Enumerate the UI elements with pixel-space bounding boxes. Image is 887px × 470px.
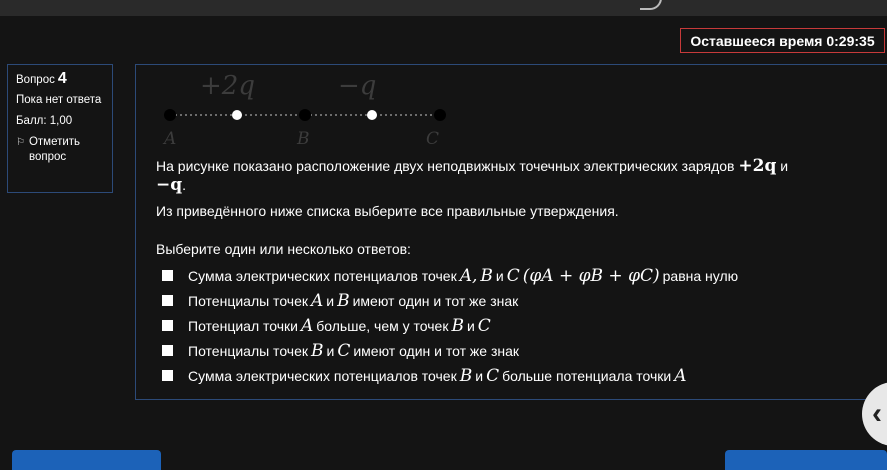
checkbox[interactable] [162,270,173,281]
flag-question-link[interactable]: ⚐ Отметить вопрос [16,135,104,165]
option-math: A [300,315,314,336]
point-b-label: B [297,129,310,149]
chevron-left-icon: ‹ [872,397,882,430]
option-math: A [311,290,324,311]
option-text: Сумма электрических потенциалов точек [188,267,457,284]
answer-options: Сумма электрических потенциалов точек A,… [162,263,738,388]
option-math: C [477,315,491,336]
next-page-button[interactable] [725,450,887,470]
timer-text: Оставшееся время 0:29:35 [690,32,875,49]
flag-label: Отметить вопрос [28,136,81,163]
question-number: 4 [57,70,67,87]
charge-pos-dot [232,110,242,120]
option-text: и [326,292,335,309]
option-math: C [486,365,500,386]
charges-figure: +2q −q A B C [156,65,456,155]
question-info-panel: Вопрос 4 Пока нет ответа Балл: 1,00 ⚐ От… [7,64,113,193]
option-text: имеют один и тот же знак [353,342,520,359]
option-math: B [459,365,473,386]
option-math: A [674,365,687,386]
question-grade: Балл: 1,00 [16,115,73,127]
timer-box: Оставшееся время 0:29:35 [680,28,885,53]
decor-curve [640,0,662,10]
question-content: +2q −q A B C На рисунке показано располо… [135,64,887,400]
option-text: и [495,267,504,284]
charge-pos-math: +2q [738,156,777,176]
point-a-label: A [164,129,177,149]
option-text: больше, чем у точек [316,317,449,334]
charge-neg-math: −q [156,175,183,195]
answer-option-1[interactable]: Сумма электрических потенциалов точек A,… [162,263,738,288]
option-math: B [480,265,493,286]
option-math: (φA + φB + φC) [522,265,660,286]
option-math: B [451,315,464,336]
charge-neg-label: −q [338,71,377,101]
answer-option-2[interactable]: Потенциалы точек A и B имеют один и тот … [162,288,738,313]
question-text: На рисунке показано расположение двух не… [156,157,876,195]
checkbox[interactable] [162,370,173,381]
option-text: и [475,367,484,384]
option-math: C [337,340,351,361]
top-bar [0,0,887,16]
option-math: C [506,265,520,286]
checkbox[interactable] [162,320,173,331]
answer-option-5[interactable]: Сумма электрических потенциалов точек B … [162,363,738,388]
question-dot: . [182,177,187,193]
checkbox[interactable] [162,295,173,306]
previous-page-button[interactable] [12,450,161,470]
question-text-part1: На рисунке показано расположение двух не… [156,158,735,174]
point-b-dot [299,109,311,121]
question-instruction: Из приведённого ниже списка выберите все… [156,203,619,219]
question-and: и [780,158,789,174]
point-c-label: C [426,129,440,149]
charge-neg-dot [367,110,377,120]
point-c-dot [434,109,446,121]
option-text: Потенциалы точек [188,342,308,359]
option-math: B [337,290,350,311]
option-text: Потенциал точки [188,317,298,334]
option-text: Сумма электрических потенциалов точек [188,367,457,384]
checkbox[interactable] [162,345,173,356]
point-a-dot [164,109,176,121]
option-math: A, [459,265,478,286]
option-text: имеют один и тот же знак [352,292,519,309]
option-text: и [326,342,335,359]
flag-icon: ⚐ [16,137,25,148]
answer-option-4[interactable]: Потенциалы точек B и C имеют один и тот … [162,338,738,363]
charge-pos-label: +2q [200,71,255,101]
option-math: B [311,340,324,361]
question-state: Пока нет ответа [16,94,102,106]
answer-prompt: Выберите один или несколько ответов: [156,241,411,257]
question-label: Вопрос [16,74,55,86]
question-number-line: Вопрос 4 [16,71,104,88]
option-text: и [466,317,475,334]
answer-option-3[interactable]: Потенциал точки A больше, чем у точек B … [162,313,738,338]
option-text: Потенциалы точек [188,292,308,309]
option-text: больше потенциала точки [502,367,672,384]
option-text: равна нулю [662,267,739,284]
